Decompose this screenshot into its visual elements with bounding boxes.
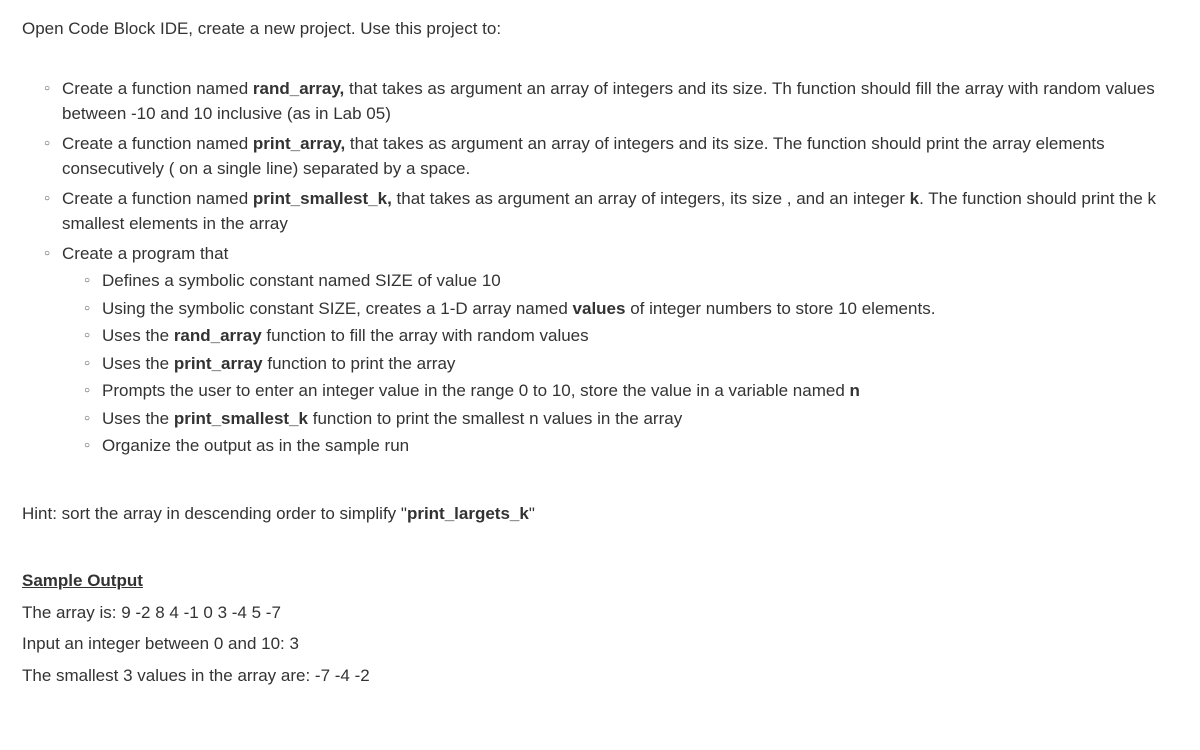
text: Uses the: [102, 409, 174, 428]
sample-output-line: The array is: 9 -2 8 4 -1 0 3 -4 5 -7: [22, 600, 1178, 626]
bold-text: print_largets_k: [407, 504, 529, 523]
bold-text: print_array: [174, 354, 263, 373]
intro-text: Open Code Block IDE, create a new projec…: [22, 16, 1178, 42]
list-item: Uses the print_array function to print t…: [84, 351, 1178, 377]
text: of integer numbers to store 10 elements.: [625, 299, 935, 318]
text: Uses the: [102, 326, 174, 345]
sample-output-line: Input an integer between 0 and 10: 3: [22, 631, 1178, 657]
list-item: Defines a symbolic constant named SIZE o…: [84, 268, 1178, 294]
text: that takes as argument an array of integ…: [392, 189, 910, 208]
bold-text: k: [910, 189, 919, 208]
text: Create a function named: [62, 79, 253, 98]
bold-text: print_array,: [253, 134, 345, 153]
bold-text: values: [573, 299, 626, 318]
list-item: Prompts the user to enter an integer val…: [84, 378, 1178, 404]
sub-list: Defines a symbolic constant named SIZE o…: [62, 268, 1178, 459]
list-item: Uses the rand_array function to fill the…: [84, 323, 1178, 349]
text: Organize the output as in the sample run: [102, 436, 409, 455]
list-item: Create a function named rand_array, that…: [44, 76, 1178, 127]
list-item: Organize the output as in the sample run: [84, 433, 1178, 459]
text: Uses the: [102, 354, 174, 373]
bold-text: print_smallest_k,: [253, 189, 392, 208]
list-item: Uses the print_smallest_k function to pr…: [84, 406, 1178, 432]
list-item: Create a function named print_array, tha…: [44, 131, 1178, 182]
requirements-list: Create a function named rand_array, that…: [22, 76, 1178, 459]
text: ": [529, 504, 535, 523]
list-item: Create a program that Defines a symbolic…: [44, 241, 1178, 459]
bold-text: rand_array,: [253, 79, 344, 98]
text: function to fill the array with random v…: [262, 326, 589, 345]
text: Using the symbolic constant SIZE, create…: [102, 299, 573, 318]
bold-text: rand_array: [174, 326, 262, 345]
sample-output-heading: Sample Output: [22, 568, 1178, 594]
text: Create a function named: [62, 189, 253, 208]
text: Prompts the user to enter an integer val…: [102, 381, 850, 400]
sample-output-line: The smallest 3 values in the array are: …: [22, 663, 1178, 689]
text: Hint: sort the array in descending order…: [22, 504, 407, 523]
list-item: Using the symbolic constant SIZE, create…: [84, 296, 1178, 322]
text: Defines a symbolic constant named SIZE o…: [102, 271, 501, 290]
text: function to print the array: [263, 354, 456, 373]
list-item: Create a function named print_smallest_k…: [44, 186, 1178, 237]
text: function to print the smallest n values …: [308, 409, 682, 428]
hint-text: Hint: sort the array in descending order…: [22, 501, 1178, 527]
bold-text: n: [850, 381, 860, 400]
bold-text: print_smallest_k: [174, 409, 308, 428]
text: Create a function named: [62, 134, 253, 153]
text: Create a program that: [62, 244, 228, 263]
